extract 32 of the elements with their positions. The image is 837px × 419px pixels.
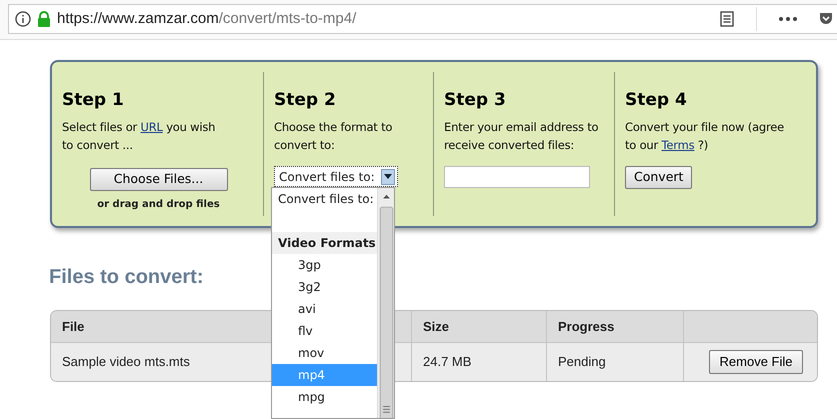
table-cell-text: Pending — [558, 353, 606, 372]
dropdown-option[interactable]: 3g2 — [272, 276, 378, 298]
step-title: Step 2 — [274, 90, 337, 110]
remove-file-button[interactable]: Remove File — [708, 350, 804, 374]
step-title: Step 3 — [444, 90, 507, 110]
step-description: Enter your email address to receive converted files: — [444, 119, 600, 154]
drag-drop-hint: or drag and drop files — [96, 198, 221, 212]
dropdown-option[interactable]: mpg — [272, 386, 378, 408]
dropdown-list[interactable]: Convert files to: Video Formats 3gp 3g2 avi flv mov mp4 mpg — [271, 187, 395, 419]
dropdown-option[interactable]: mov — [272, 342, 378, 364]
dropdown-option[interactable]: Convert files to: — [272, 188, 378, 210]
dropdown-option[interactable]: 3gp — [272, 254, 378, 276]
dropdown-option[interactable]: flv — [272, 320, 378, 342]
column-header: File — [62, 318, 84, 336]
step-title: Step 1 — [62, 90, 125, 110]
address-bar[interactable]: https://www.zamzar.com/convert/mts-to-mp4/ — [8, 4, 837, 34]
convert-button[interactable]: Convert — [625, 166, 692, 190]
column-header: Size — [423, 318, 450, 336]
link[interactable]: Terms — [662, 138, 694, 152]
link[interactable]: URL — [140, 120, 163, 134]
step-description: Choose the format to convert to: — [274, 119, 394, 154]
column-header: Progress — [558, 318, 614, 336]
option-group-label: Video Formats — [272, 232, 378, 254]
choose-files-button[interactable]: Choose Files... — [90, 168, 228, 192]
format-select[interactable]: Convert files to: — [274, 166, 398, 188]
table-cell-text: 24.7 MB — [423, 353, 472, 372]
dropdown-option[interactable]: avi — [272, 298, 378, 320]
table-cell-text: Sample video mts.mts — [62, 353, 190, 372]
section-heading: Files to convert: — [49, 265, 204, 290]
step-description: Select files or URL you wish to convert ... — [62, 119, 216, 154]
step-description: Convert your file now (agree to our Terms ?) — [625, 119, 786, 154]
step-title: Step 4 — [625, 90, 688, 110]
